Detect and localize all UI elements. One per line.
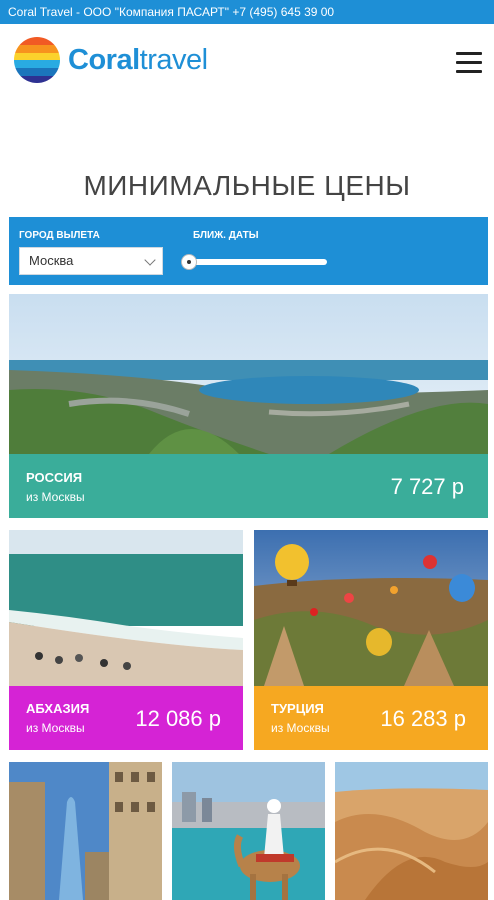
offer-card-turkey[interactable]: ТУРЦИЯ из Москвы 16 283 р bbox=[254, 530, 488, 750]
offer-card-russia[interactable]: РОССИЯ из Москвы 7 727 р bbox=[9, 294, 488, 518]
offer-country: РОССИЯ bbox=[26, 470, 83, 485]
offer-card-abkhazia[interactable]: АБХАЗИЯ из Москвы 12 086 р bbox=[9, 530, 243, 750]
offer-origin: из Москвы bbox=[26, 490, 85, 504]
page-title: МИНИМАЛЬНЫЕ ЦЕНЫ bbox=[83, 170, 411, 201]
top-info-bar: Coral Travel - ООО "Компания ПАСАРТ" +7 … bbox=[0, 0, 494, 24]
dunes-photo bbox=[335, 762, 488, 900]
offer-price: 7 727 р bbox=[390, 474, 464, 499]
site-header: Coraltravel bbox=[0, 24, 494, 104]
offer-price: 16 283 р bbox=[380, 706, 466, 731]
offer-origin: из Москвы bbox=[271, 721, 330, 735]
offer-country: АБХАЗИЯ bbox=[26, 701, 90, 716]
offer-card-city[interactable] bbox=[9, 762, 162, 900]
offer-card-desert-dunes[interactable] bbox=[335, 762, 488, 900]
offer-price: 12 086 р bbox=[135, 706, 221, 731]
company-contact-text: Coral Travel - ООО "Компания ПАСАРТ" +7 … bbox=[8, 5, 335, 19]
dates-slider-track[interactable] bbox=[189, 259, 327, 265]
camel-photo bbox=[172, 762, 325, 900]
offer-band-russia: РОССИЯ из Москвы 7 727 р bbox=[9, 454, 488, 518]
search-filter-panel: ГОРОД ВЫЛЕТА Москва БЛИЖ. ДАТЫ bbox=[9, 217, 488, 285]
offer-band-abkhazia: АБХАЗИЯ из Москвы 12 086 р bbox=[9, 686, 243, 750]
city-photo bbox=[9, 762, 162, 900]
city-value: Москва bbox=[29, 253, 74, 268]
dates-label: БЛИЖ. ДАТЫ bbox=[193, 230, 259, 241]
logo-ball-icon bbox=[14, 37, 60, 83]
offer-origin: из Москвы bbox=[26, 721, 85, 735]
offer-card-desert-camel[interactable] bbox=[172, 762, 325, 900]
offer-band-turkey: ТУРЦИЯ из Москвы 16 283 р bbox=[254, 686, 488, 750]
offer-country: ТУРЦИЯ bbox=[271, 701, 324, 716]
city-label: ГОРОД ВЫЛЕТА bbox=[19, 230, 100, 241]
brand-logo[interactable]: Coraltravel bbox=[14, 37, 208, 83]
menu-hamburger-icon[interactable] bbox=[456, 52, 482, 74]
brand-name: Coraltravel bbox=[68, 43, 208, 76]
chevron-down-icon bbox=[144, 254, 156, 266]
abkhazia-photo bbox=[9, 530, 243, 686]
turkey-photo bbox=[254, 530, 488, 686]
dates-slider-thumb[interactable] bbox=[181, 254, 197, 270]
russia-photo bbox=[9, 294, 488, 454]
departure-city-select[interactable]: Москва bbox=[19, 247, 163, 275]
